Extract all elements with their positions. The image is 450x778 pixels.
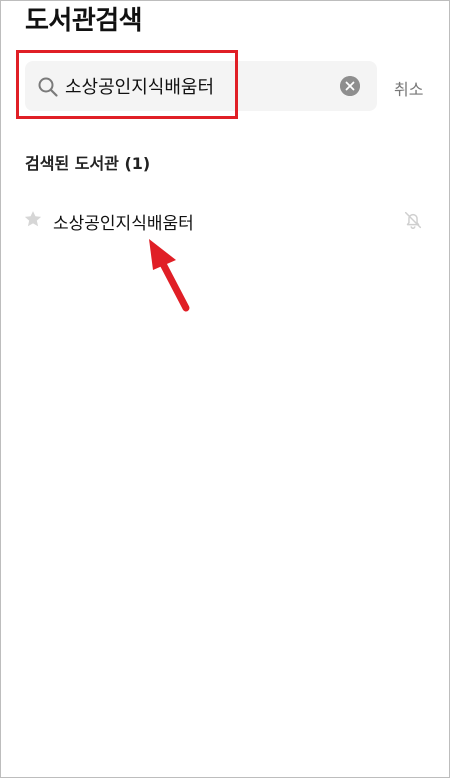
library-name: 소상공인지식배움터	[53, 214, 194, 234]
cancel-button[interactable]: 취소	[394, 76, 423, 100]
results-heading: 검색된 도서관 (1)	[25, 154, 151, 173]
search-input[interactable]	[65, 70, 325, 102]
star-icon[interactable]	[23, 209, 43, 229]
search-box[interactable]	[25, 61, 377, 111]
bell-off-icon[interactable]	[402, 209, 424, 231]
screen-frame: 도서관검색 취소 검색된 도서관 (1) 소상공인지식배움터	[0, 0, 450, 778]
arrow-annotation	[149, 239, 190, 312]
page-title: 도서관검색	[25, 6, 143, 36]
clear-icon[interactable]	[340, 76, 360, 96]
list-item[interactable]: 소상공인지식배움터	[1, 201, 450, 241]
search-icon	[38, 77, 58, 97]
